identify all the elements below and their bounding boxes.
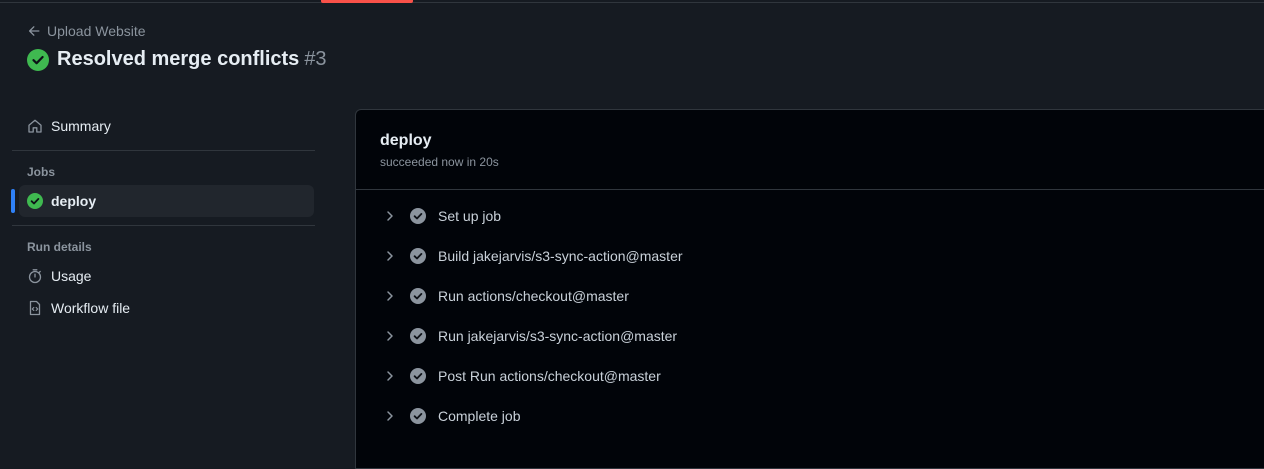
step-success-icon [410, 248, 426, 264]
run-details-heading: Run details [27, 240, 92, 254]
back-to-workflow-link[interactable]: Upload Website [27, 23, 146, 39]
chevron-right-icon [387, 371, 393, 381]
step-list: Set up job Build jakejarvis/s3-sync-acti… [356, 190, 1264, 436]
sidebar-item-summary[interactable]: Summary [12, 110, 315, 142]
step-label: Build jakejarvis/s3-sync-action@master [438, 248, 683, 264]
step-row[interactable]: Build jakejarvis/s3-sync-action@master [356, 236, 1264, 276]
success-check-icon [27, 193, 43, 209]
step-label: Complete job [438, 408, 521, 424]
run-number: #3 [304, 48, 327, 70]
stopwatch-icon [28, 269, 42, 284]
chevron-right-icon [387, 211, 393, 221]
step-success-icon [410, 208, 426, 224]
step-label: Post Run actions/checkout@master [438, 368, 661, 384]
sidebar: Summary Jobs deploy Run details Usage Wo… [11, 110, 315, 324]
step-row[interactable]: Run jakejarvis/s3-sync-action@master [356, 316, 1264, 356]
back-link-label: Upload Website [47, 23, 146, 39]
step-row[interactable]: Set up job [356, 196, 1264, 236]
chevron-right-icon [387, 291, 393, 301]
step-row[interactable]: Post Run actions/checkout@master [356, 356, 1264, 396]
job-log-panel: deploy succeeded now in 20s Set up job B… [355, 109, 1264, 469]
step-success-icon [410, 288, 426, 304]
chevron-right-icon [387, 251, 393, 261]
active-indicator [11, 189, 15, 213]
success-check-icon [27, 48, 49, 71]
sidebar-item-label: Summary [51, 118, 111, 134]
run-title: Resolved merge conflicts [57, 48, 300, 70]
home-icon [28, 119, 42, 133]
step-success-icon [410, 368, 426, 384]
sidebar-item-usage[interactable]: Usage [12, 260, 315, 292]
step-success-icon [410, 328, 426, 344]
chevron-right-icon [387, 331, 393, 341]
sidebar-divider [12, 225, 315, 226]
file-code-icon [29, 300, 41, 316]
sidebar-item-label: Usage [51, 268, 92, 284]
job-header: deploy succeeded now in 20s [356, 110, 1264, 190]
job-name: deploy [380, 132, 432, 149]
page-title: Resolved merge conflicts #3 [27, 48, 327, 71]
loading-progress-bar [321, 0, 413, 3]
step-label: Run jakejarvis/s3-sync-action@master [438, 328, 678, 344]
arrow-left-icon [28, 26, 40, 36]
sidebar-item-label: deploy [51, 193, 97, 209]
sidebar-item-label: Workflow file [51, 300, 131, 316]
step-label: Run actions/checkout@master [438, 288, 629, 304]
step-row[interactable]: Run actions/checkout@master [356, 276, 1264, 316]
step-label: Set up job [438, 208, 502, 224]
sidebar-item-deploy-job[interactable]: deploy [11, 185, 314, 217]
sidebar-item-workflow-file[interactable]: Workflow file [12, 292, 315, 324]
step-row[interactable]: Complete job [356, 396, 1264, 436]
job-status-text: succeeded now in 20s [380, 155, 499, 169]
top-divider [0, 0, 1264, 3]
chevron-right-icon [387, 411, 393, 421]
sidebar-divider [12, 150, 315, 151]
jobs-heading: Jobs [27, 165, 56, 179]
step-success-icon [410, 408, 426, 424]
